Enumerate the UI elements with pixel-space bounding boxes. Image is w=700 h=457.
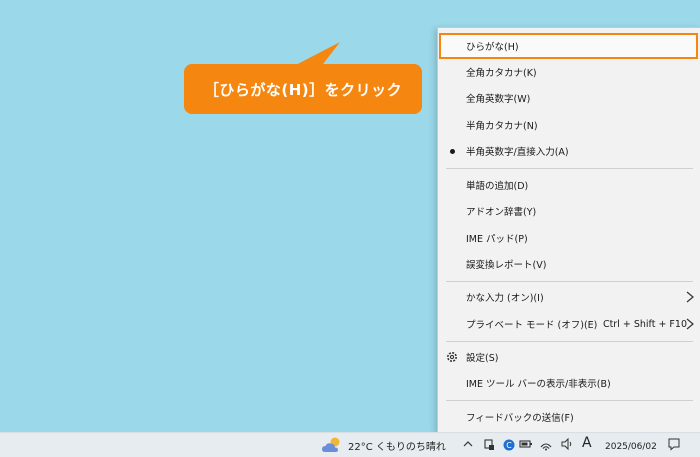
menu-separator: [446, 341, 693, 342]
menu-item-ime-pad[interactable]: IME パッド(P): [438, 225, 700, 251]
menu-item-add-word[interactable]: 単語の追加(D): [438, 172, 700, 198]
menu-item-label: 半角英数字/直接入力(A): [466, 147, 569, 158]
callout-text: ［ひらがな(H)］をクリック: [203, 80, 403, 99]
instruction-callout: ［ひらがな(H)］をクリック: [184, 64, 422, 114]
chevron-right-icon: [686, 291, 694, 303]
taskbar-date[interactable]: 2025/06/02: [605, 442, 657, 452]
menu-item-label: 単語の追加(D): [466, 181, 529, 192]
menu-item-label: プライベート モード (オフ)(E): [466, 320, 598, 331]
svg-text:C: C: [506, 441, 512, 450]
selected-bullet-icon: [450, 149, 455, 154]
menu-item-fullwidth-katakana[interactable]: 全角カタカナ(K): [438, 59, 700, 85]
wifi-icon[interactable]: [539, 437, 553, 451]
menu-item-fullwidth-alphanumeric[interactable]: 全角英数字(W): [438, 85, 700, 111]
menu-item-misconversion-report[interactable]: 誤変換レポート(V): [438, 251, 700, 277]
ime-context-menu: ひらがな(H) 全角カタカナ(K) 全角英数字(W) 半角カタカナ(N) 半角英…: [437, 27, 700, 433]
menu-item-label: フィードバックの送信(F): [466, 413, 574, 424]
menu-item-label: かな入力 (オン)(I): [466, 293, 544, 304]
menu-item-label: 全角カタカナ(K): [466, 68, 537, 79]
notification-icon[interactable]: [667, 437, 681, 451]
menu-item-label: 全角英数字(W): [466, 94, 531, 105]
menu-item-label: ひらがな(H): [466, 42, 519, 53]
menu-item-kana-input[interactable]: かな入力 (オン)(I): [438, 284, 700, 310]
menu-item-hiragana[interactable]: ひらがな(H): [438, 33, 700, 59]
menu-item-halfwidth-katakana[interactable]: 半角カタカナ(N): [438, 112, 700, 138]
gear-icon: [447, 352, 457, 362]
menu-item-send-feedback[interactable]: フィードバックの送信(F): [438, 404, 700, 430]
menu-separator: [446, 168, 693, 169]
menu-item-label: 誤変換レポート(V): [466, 260, 547, 271]
menu-item-addon-dictionary[interactable]: アドオン辞書(Y): [438, 198, 700, 224]
menu-item-toggle-ime-toolbar[interactable]: IME ツール バーの表示/非表示(B): [438, 370, 700, 396]
battery-plug-icon[interactable]: [519, 438, 533, 450]
taskbar: 22°C くもりのち晴れ C A 2025/06/02: [0, 432, 700, 457]
menu-separator: [446, 400, 693, 401]
menu-item-label: IME ツール バーの表示/非表示(B): [466, 379, 611, 390]
menu-item-settings[interactable]: 設定(S): [438, 344, 700, 370]
menu-item-label: 設定(S): [466, 353, 499, 364]
chevron-up-icon[interactable]: [463, 439, 473, 449]
menu-separator: [446, 281, 693, 282]
menu-item-label: 半角カタカナ(N): [466, 121, 538, 132]
app-tray-icon[interactable]: [483, 438, 495, 451]
security-status-icon[interactable]: C: [502, 438, 516, 452]
menu-item-label: IME パッド(P): [466, 234, 528, 245]
menu-item-halfwidth-alphanumeric[interactable]: 半角英数字/直接入力(A): [438, 138, 700, 164]
weather-text[interactable]: 22°C くもりのち晴れ: [348, 438, 446, 453]
speaker-volume-icon[interactable]: [560, 437, 574, 451]
chevron-right-icon: [686, 318, 694, 330]
weather-partly-cloudy-icon[interactable]: [320, 436, 344, 454]
menu-item-shortcut: Ctrl + Shift + F10: [602, 318, 687, 330]
menu-item-label: アドオン辞書(Y): [466, 207, 537, 218]
menu-item-private-mode[interactable]: プライベート モード (オフ)(E) Ctrl + Shift + F10: [438, 311, 700, 337]
ime-mode-indicator[interactable]: A: [582, 435, 592, 451]
